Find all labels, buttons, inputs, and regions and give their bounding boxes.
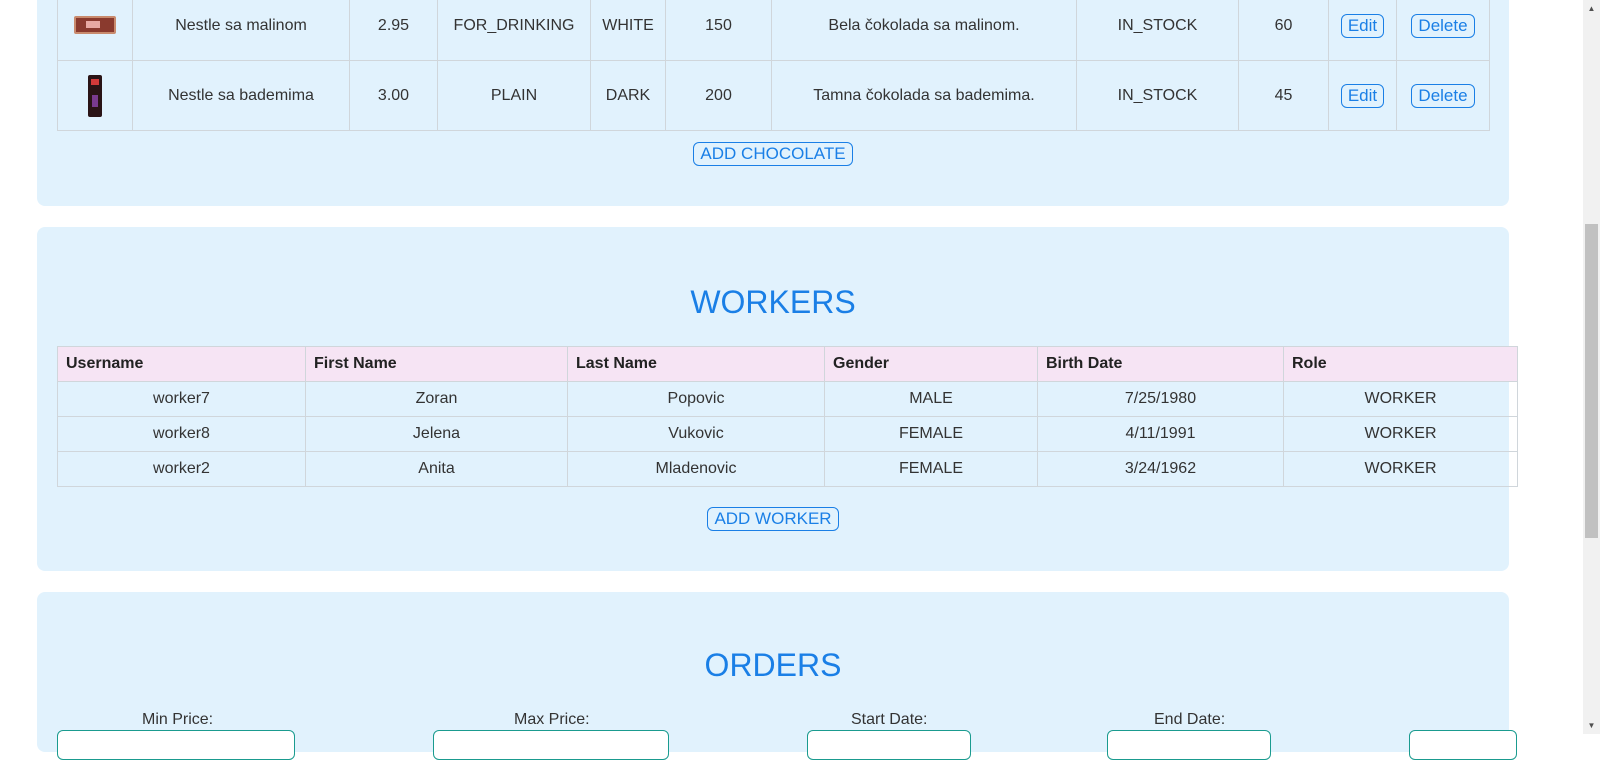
edit-cell: Edit xyxy=(1328,0,1397,61)
table-row: worker8 Jelena Vukovic FEMALE 4/11/1991 … xyxy=(57,416,1518,452)
last-name-cell: Popovic xyxy=(567,381,825,417)
column-header-role: Role xyxy=(1283,346,1518,382)
weight-cell: 200 xyxy=(665,60,772,131)
price-cell: 2.95 xyxy=(349,0,438,61)
max-price-label: Max Price: xyxy=(514,711,590,728)
gender-cell: FEMALE xyxy=(824,416,1038,452)
gender-cell: FEMALE xyxy=(824,451,1038,487)
first-name-cell: Zoran xyxy=(305,381,568,417)
type-cell: DARK xyxy=(590,60,666,131)
table-row: worker2 Anita Mladenovic FEMALE 3/24/196… xyxy=(57,451,1518,487)
edit-button[interactable]: Edit xyxy=(1340,83,1385,108)
vertical-scrollbar[interactable]: ▲ ▼ xyxy=(1583,0,1600,734)
last-name-cell: Vukovic xyxy=(567,416,825,452)
last-name-cell: Mladenovic xyxy=(567,451,825,487)
scroll-up-arrow-icon[interactable]: ▲ xyxy=(1583,0,1600,17)
column-header-last-name: Last Name xyxy=(567,346,825,382)
category-cell: PLAIN xyxy=(437,60,591,131)
description-cell: Tamna čokolada sa bademima. xyxy=(771,60,1077,131)
table-row: worker7 Zoran Popovic MALE 7/25/1980 WOR… xyxy=(57,381,1518,417)
add-worker-wrap: ADD WORKER xyxy=(37,507,1509,531)
chocolates-panel: Nestle sa malinom 2.95 FOR_DRINKING WHIT… xyxy=(37,0,1509,206)
add-chocolate-button[interactable]: ADD CHOCOLATE xyxy=(693,142,853,166)
delete-cell: Delete xyxy=(1396,0,1490,61)
workers-table: Username First Name Last Name Gender Bir… xyxy=(57,346,1518,487)
description-cell: Bela čokolada sa malinom. xyxy=(771,0,1077,61)
first-name-cell: Jelena xyxy=(305,416,568,452)
role-cell: WORKER xyxy=(1283,381,1518,417)
workers-panel: WORKERS Username First Name Last Name Ge… xyxy=(37,227,1518,571)
delete-button[interactable]: Delete xyxy=(1411,83,1475,108)
birth-date-cell: 3/24/1962 xyxy=(1037,451,1284,487)
add-chocolate-wrap: ADD CHOCOLATE xyxy=(37,142,1509,166)
page: Nestle sa malinom 2.95 FOR_DRINKING WHIT… xyxy=(0,0,1583,760)
status-cell: IN_STOCK xyxy=(1076,60,1239,131)
column-header-gender: Gender xyxy=(824,346,1038,382)
min-price-label: Min Price: xyxy=(142,711,214,728)
quantity-cell: 60 xyxy=(1238,0,1329,61)
orders-title: ORDERS xyxy=(704,647,842,683)
edit-button[interactable]: Edit xyxy=(1340,13,1385,38)
orders-panel: ORDERS Min Price: Max Price: Start Date:… xyxy=(37,592,1517,760)
quantity-cell: 45 xyxy=(1238,60,1329,131)
username-cell: worker7 xyxy=(57,381,306,417)
product-image-cell xyxy=(57,0,133,61)
add-worker-button[interactable]: ADD WORKER xyxy=(707,507,839,531)
scroll-down-arrow-icon[interactable]: ▼ xyxy=(1583,717,1600,734)
table-row: Nestle sa malinom 2.95 FOR_DRINKING WHIT… xyxy=(57,0,1490,61)
table-row: Nestle sa bademima 3.00 PLAIN DARK 200 T… xyxy=(57,60,1490,131)
min-price-input[interactable] xyxy=(57,730,295,760)
category-cell: FOR_DRINKING xyxy=(437,0,591,61)
column-header-first-name: First Name xyxy=(305,346,568,382)
name-cell: Nestle sa malinom xyxy=(132,0,350,61)
end-date-label: End Date: xyxy=(1154,711,1226,728)
username-cell: worker8 xyxy=(57,416,306,452)
gender-cell: MALE xyxy=(824,381,1038,417)
birth-date-cell: 7/25/1980 xyxy=(1037,381,1284,417)
chocolate-image xyxy=(74,16,116,35)
end-date-input[interactable] xyxy=(1107,730,1271,760)
max-price-input[interactable] xyxy=(433,730,669,760)
table-header-row: Username First Name Last Name Gender Bir… xyxy=(57,346,1518,382)
start-date-input[interactable] xyxy=(807,730,971,760)
scrollbar-thumb[interactable] xyxy=(1585,224,1598,538)
filter-button[interactable] xyxy=(1409,730,1517,760)
status-cell: IN_STOCK xyxy=(1076,0,1239,61)
price-cell: 3.00 xyxy=(349,60,438,131)
column-header-username: Username xyxy=(57,346,306,382)
workers-title: WORKERS xyxy=(690,284,856,320)
product-image-cell xyxy=(57,60,133,131)
type-cell: WHITE xyxy=(590,0,666,61)
start-date-label: Start Date: xyxy=(851,711,928,728)
column-header-birth-date: Birth Date xyxy=(1037,346,1284,382)
first-name-cell: Anita xyxy=(305,451,568,487)
chocolate-image xyxy=(88,74,102,117)
birth-date-cell: 4/11/1991 xyxy=(1037,416,1284,452)
edit-cell: Edit xyxy=(1328,60,1397,131)
delete-cell: Delete xyxy=(1396,60,1490,131)
delete-button[interactable]: Delete xyxy=(1411,13,1475,38)
role-cell: WORKER xyxy=(1283,451,1518,487)
username-cell: worker2 xyxy=(57,451,306,487)
role-cell: WORKER xyxy=(1283,416,1518,452)
weight-cell: 150 xyxy=(665,0,772,61)
chocolates-table: Nestle sa malinom 2.95 FOR_DRINKING WHIT… xyxy=(57,0,1490,131)
name-cell: Nestle sa bademima xyxy=(132,60,350,131)
